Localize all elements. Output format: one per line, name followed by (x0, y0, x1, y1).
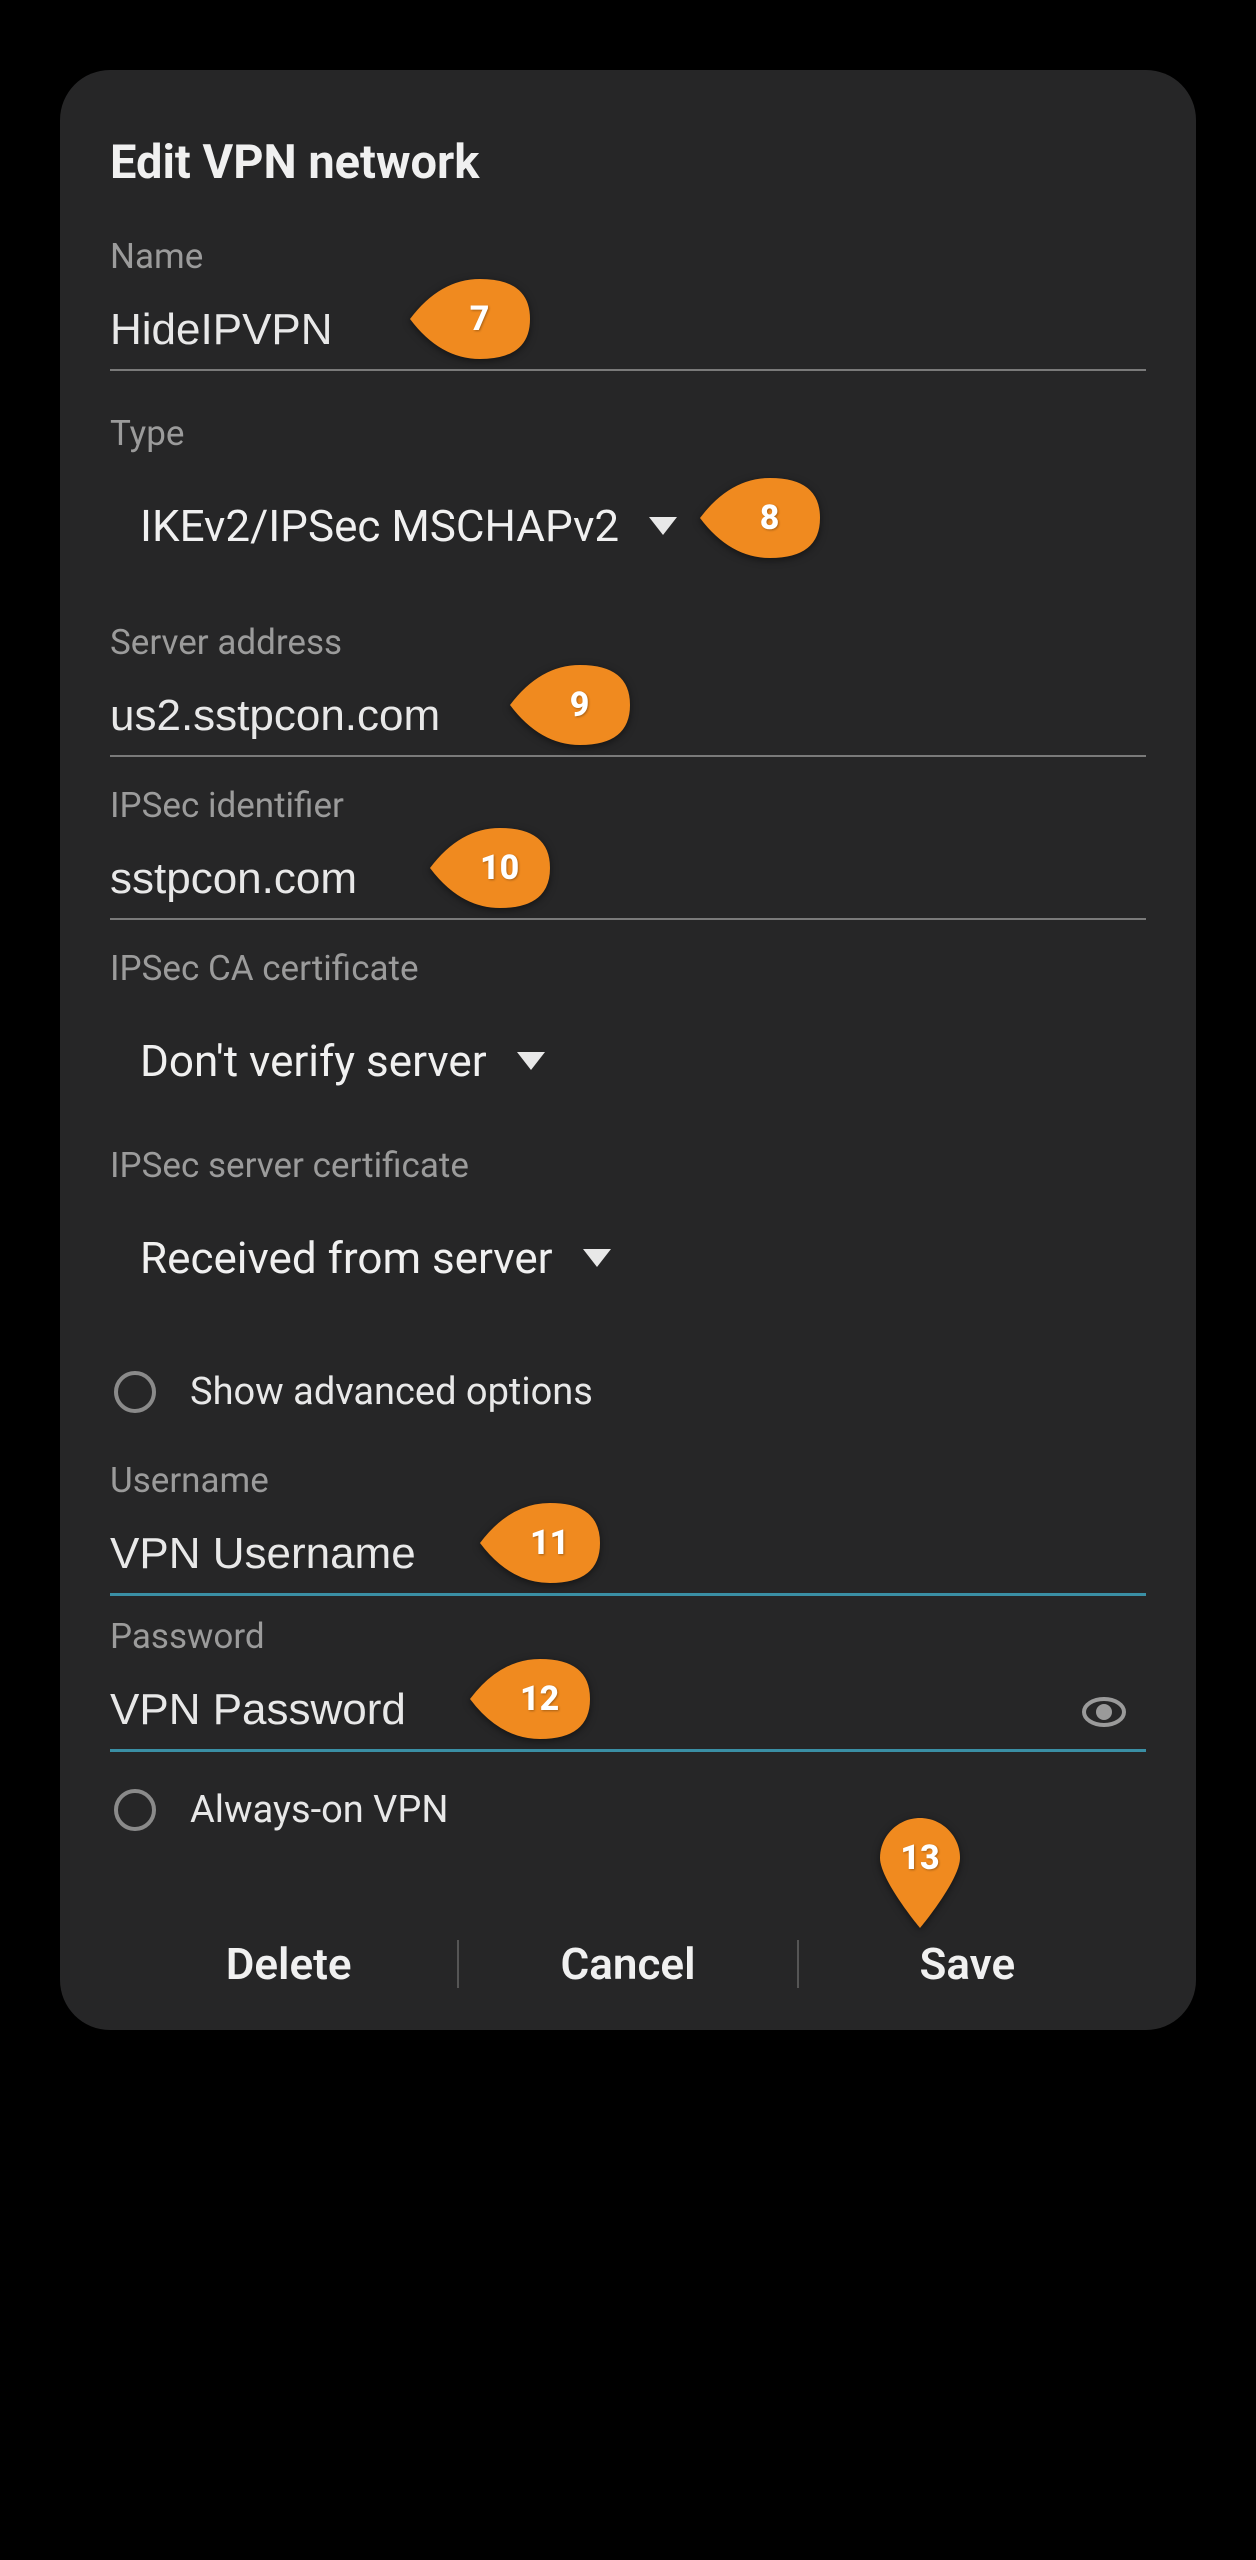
username-input[interactable] (110, 1529, 1146, 1579)
marker-13: 13 (900, 1838, 939, 1878)
ipsec-ca-cert-select[interactable]: Don't verify server (110, 1007, 1146, 1115)
type-value: IKEv2/IPSec MSCHAPv2 (140, 500, 619, 552)
name-label: Name (110, 236, 1146, 277)
ipsec-server-cert-select[interactable]: Received from server (110, 1204, 1146, 1312)
marker-11: 11 (530, 1523, 569, 1563)
name-input-row[interactable]: 7 (110, 295, 1146, 371)
marker-9: 9 (570, 685, 590, 725)
marker-7: 7 (470, 299, 490, 339)
marker-12: 12 (520, 1679, 559, 1719)
type-select[interactable]: IKEv2/IPSec MSCHAPv2 8 (110, 472, 1146, 580)
password-input[interactable] (110, 1685, 1146, 1735)
server-address-label: Server address (110, 622, 1146, 663)
ipsec-ca-cert-value: Don't verify server (140, 1035, 487, 1087)
marker-10: 10 (480, 848, 519, 888)
delete-button[interactable]: Delete (120, 1938, 457, 1990)
password-label: Password (110, 1616, 1146, 1657)
chevron-down-icon (517, 1052, 545, 1070)
name-input[interactable] (110, 305, 1146, 355)
ipsec-identifier-label: IPSec identifier (110, 785, 1146, 826)
button-bar: Delete Cancel Save 13 (110, 1938, 1146, 1990)
ipsec-identifier-input[interactable] (110, 854, 1146, 904)
marker-8: 8 (760, 498, 780, 538)
always-on-label: Always-on VPN (190, 1788, 448, 1832)
radio-unchecked-icon (114, 1789, 156, 1831)
show-advanced-label: Show advanced options (190, 1370, 593, 1414)
chevron-down-icon (649, 517, 677, 535)
save-button[interactable]: Save (799, 1938, 1136, 1990)
always-on-toggle[interactable]: Always-on VPN (110, 1772, 1146, 1848)
ipsec-server-cert-value: Received from server (140, 1232, 553, 1284)
cancel-button[interactable]: Cancel (459, 1938, 796, 1990)
server-address-row[interactable]: 9 (110, 681, 1146, 757)
ipsec-identifier-row[interactable]: 10 (110, 844, 1146, 920)
username-row[interactable]: 11 (110, 1519, 1146, 1596)
show-advanced-toggle[interactable]: Show advanced options (110, 1354, 1146, 1430)
dialog-title: Edit VPN network (110, 135, 1146, 190)
ipsec-server-cert-label: IPSec server certificate (110, 1145, 1146, 1186)
password-row[interactable]: 12 (110, 1675, 1146, 1752)
ipsec-ca-cert-label: IPSec CA certificate (110, 948, 1146, 989)
eye-icon[interactable] (1080, 1688, 1128, 1736)
radio-unchecked-icon (114, 1371, 156, 1413)
edit-vpn-dialog: Edit VPN network Name 7 Type IKEv2/IPSec… (60, 70, 1196, 2030)
chevron-down-icon (583, 1249, 611, 1267)
username-label: Username (110, 1460, 1146, 1501)
type-label: Type (110, 413, 1146, 454)
